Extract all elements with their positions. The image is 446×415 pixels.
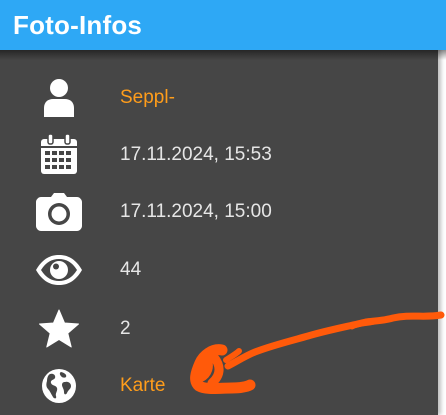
views-count: 44 [120,259,142,280]
user-icon [34,73,84,123]
row-rating: 2 [0,301,438,357]
capture-date-value: 17.11.2024, 15:00 [120,201,272,222]
eye-icon [34,245,84,295]
row-author: Seppl- [0,70,438,126]
star-icon [34,304,84,354]
row-capture-date: 17.11.2024, 15:00 [0,184,438,240]
row-upload-date: 17.11.2024, 15:53 [0,127,438,183]
calendar-icon [34,130,84,180]
map-link[interactable]: Karte [120,375,165,397]
header-shadow [0,50,446,60]
panel-title: Foto-Infos [13,10,143,40]
author-link[interactable]: Seppl- [120,87,175,109]
upload-date-value: 17.11.2024, 15:53 [120,144,272,165]
row-map: Karte [0,358,438,414]
globe-icon [34,361,84,411]
row-views: 44 [0,242,438,298]
photo-info-panel: Seppl- 17.11.2024, 15:53 17.11.2024, 15:… [0,0,438,415]
photo-info-page: Seppl- 17.11.2024, 15:53 17.11.2024, 15:… [0,0,446,415]
panel-header: Foto-Infos [0,0,446,50]
camera-icon [34,187,84,237]
rating-value: 2 [120,318,131,339]
